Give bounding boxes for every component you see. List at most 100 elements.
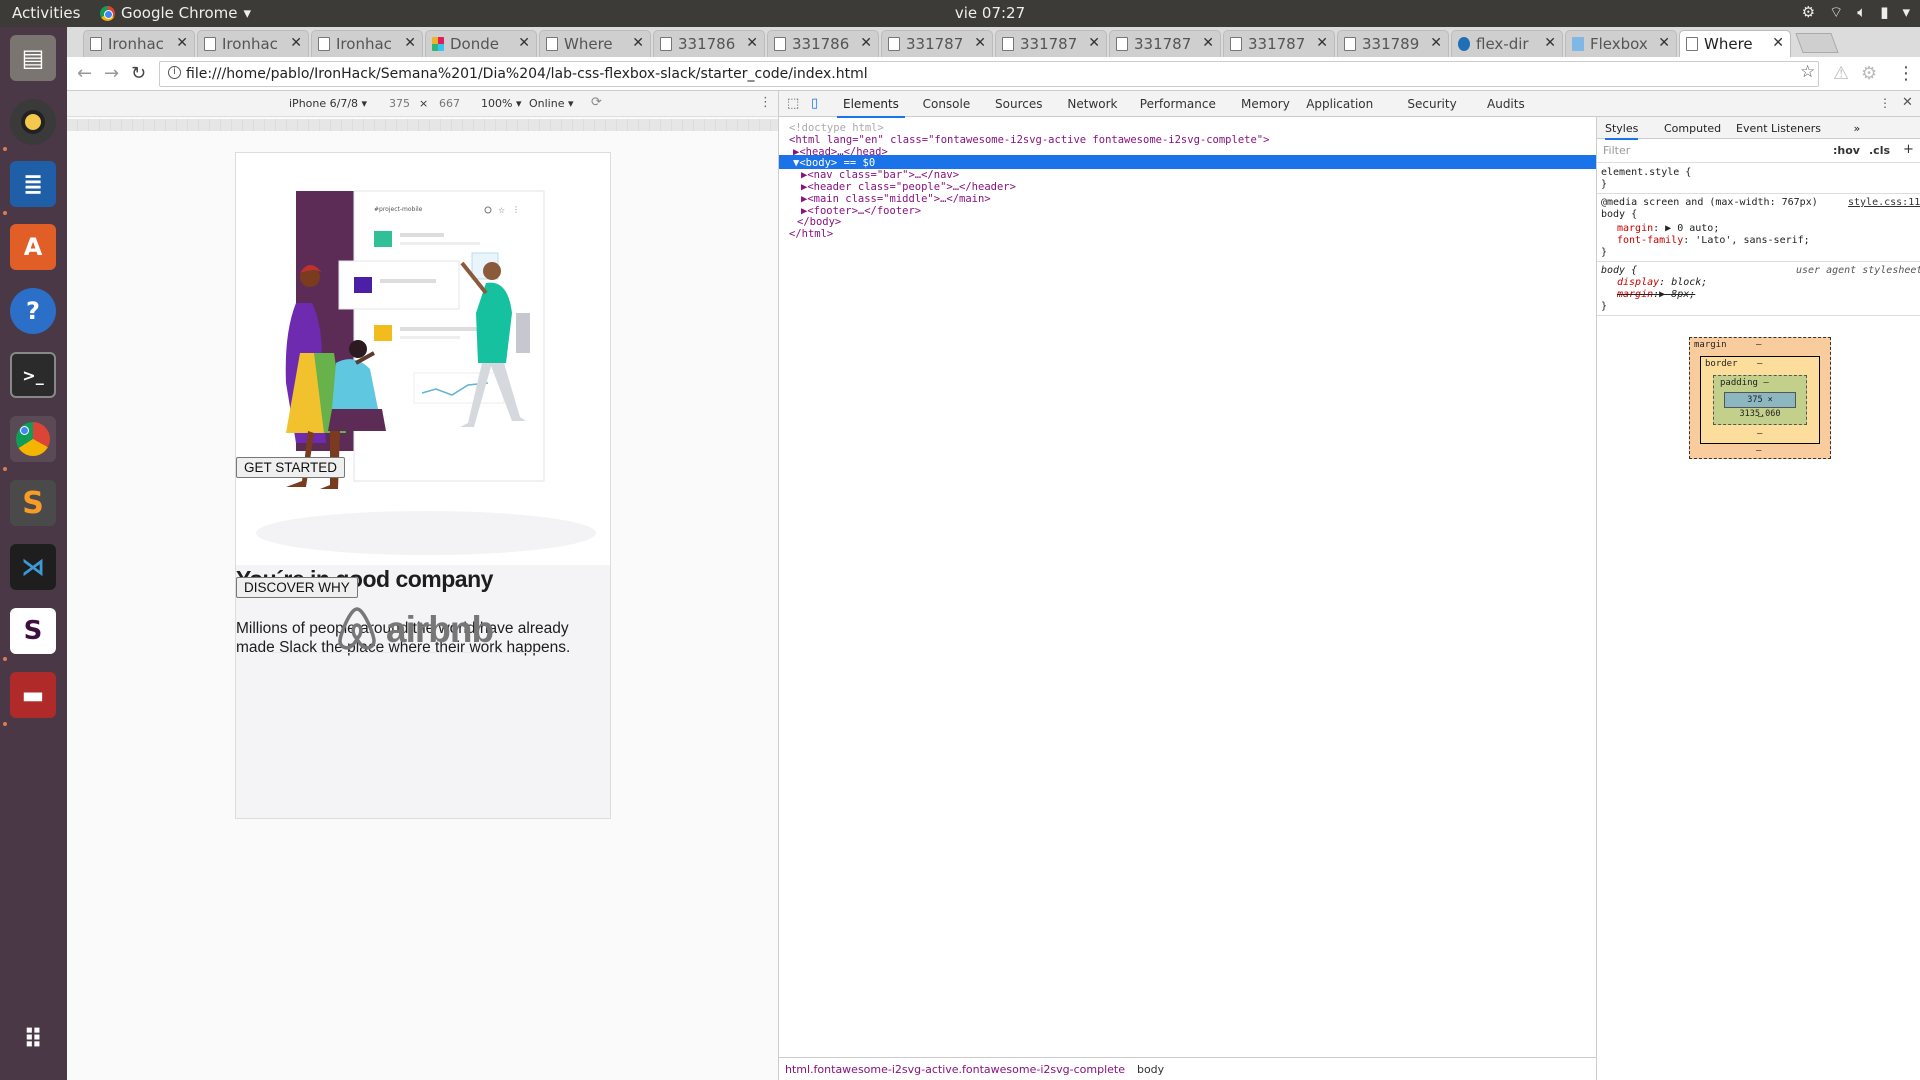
rotate-icon[interactable]: ⟳: [591, 95, 602, 110]
style-source-link[interactable]: style.css:11: [1848, 197, 1920, 209]
devtools-tab-application[interactable]: Application: [1306, 97, 1373, 111]
close-tab-icon[interactable]: ✕: [518, 35, 530, 51]
close-tab-icon[interactable]: ✕: [632, 35, 644, 51]
browser-tab[interactable]: 331787 ✕: [1109, 30, 1221, 57]
url-field[interactable]: i file:///home/pablo/IronHack/Semana%201/…: [159, 61, 1819, 87]
rhythmbox-icon[interactable]: [10, 99, 56, 145]
styles-tab-2[interactable]: Event Listeners: [1736, 122, 1821, 135]
devtools-tab-performance[interactable]: Performance: [1140, 97, 1216, 111]
browser-tab[interactable]: 331786 ✕: [653, 30, 765, 57]
system-tray[interactable]: ⚙ ⌔ 🔈︎ ▮ ▾: [1802, 3, 1910, 22]
back-icon[interactable]: ←: [77, 63, 92, 84]
close-tab-icon[interactable]: ✕: [176, 35, 188, 51]
browser-tab[interactable]: Ironhac ✕: [83, 30, 195, 57]
close-tab-icon[interactable]: ✕: [1772, 35, 1784, 51]
devtools-tab-audits[interactable]: Audits: [1487, 97, 1525, 111]
cls-toggle[interactable]: .cls: [1869, 144, 1890, 157]
new-tab-button[interactable]: [1795, 33, 1839, 53]
devtools-tab-sources[interactable]: Sources: [995, 97, 1042, 111]
browser-tab[interactable]: 331787 ✕: [881, 30, 993, 57]
browser-tab[interactable]: Where ✕: [539, 30, 651, 57]
vscode-icon[interactable]: ⋊: [10, 544, 56, 590]
devtools-tab-network[interactable]: Network: [1067, 97, 1117, 111]
box-model-border[interactable]: border – padding – 375 × 3135.060 – –: [1700, 356, 1820, 444]
show-apps-icon[interactable]: ⠿: [10, 1017, 56, 1063]
close-tab-icon[interactable]: ✕: [290, 35, 302, 51]
discover-why-button[interactable]: DISCOVER WHY: [236, 577, 358, 598]
app-menu[interactable]: Google Chrome ▾: [100, 4, 251, 22]
inspect-icon[interactable]: ⬚: [787, 96, 799, 111]
screen-recorder-icon[interactable]: ▬: [10, 672, 56, 718]
browser-tab[interactable]: Flexbox ✕: [1565, 30, 1677, 57]
browser-tab[interactable]: 331787 ✕: [1223, 30, 1335, 57]
filter-input[interactable]: Filter: [1603, 144, 1630, 157]
close-tab-icon[interactable]: ✕: [746, 35, 758, 51]
settings-icon[interactable]: ⚙: [1802, 3, 1815, 22]
info-icon[interactable]: i: [168, 66, 181, 79]
devtools-tab-console[interactable]: Console: [923, 97, 971, 111]
font-family-declaration[interactable]: font-family: 'Lato', sans-serif;: [1617, 235, 1810, 247]
menu-icon[interactable]: ⋮: [1897, 63, 1915, 84]
chrome-launcher-icon[interactable]: [10, 416, 56, 462]
devtools-menu-icon[interactable]: ⋮: [1879, 96, 1891, 110]
bookmark-star-icon[interactable]: ☆: [1800, 62, 1815, 82]
terminal-icon[interactable]: >_: [10, 352, 56, 398]
clock[interactable]: vie 07:27: [930, 4, 1050, 22]
styles-tab-3[interactable]: »: [1854, 122, 1861, 135]
box-model-content[interactable]: 375 × 3135.060: [1724, 392, 1796, 419]
writer-icon[interactable]: ≣: [10, 161, 56, 207]
height-field[interactable]: 667: [439, 97, 460, 110]
reload-icon[interactable]: ↻: [131, 63, 146, 84]
slack-icon[interactable]: S: [10, 608, 56, 654]
body-rule-selector[interactable]: body {: [1601, 209, 1637, 221]
breadcrumb-html[interactable]: html.fontawesome-i2svg-active.fontawesom…: [785, 1063, 1125, 1076]
new-rule-button[interactable]: +: [1903, 142, 1914, 157]
close-tab-icon[interactable]: ✕: [860, 35, 872, 51]
devtools-tab-memory[interactable]: Memory: [1241, 97, 1290, 111]
browser-tab[interactable]: 331786 ✕: [767, 30, 879, 57]
activities-button[interactable]: Activities: [12, 4, 80, 22]
width-field[interactable]: 375: [389, 97, 410, 110]
box-model-margin[interactable]: margin – border – padding – 375 × 3135.0…: [1689, 337, 1831, 459]
close-tab-icon[interactable]: ✕: [404, 35, 416, 51]
power-icon[interactable]: ▾: [1902, 3, 1910, 22]
styles-tab-0[interactable]: Styles: [1605, 122, 1639, 140]
browser-tab[interactable]: Donde ✕: [425, 30, 537, 57]
wifi-icon[interactable]: ⌔: [1829, 3, 1843, 22]
software-center-icon[interactable]: A: [10, 224, 56, 270]
close-tab-icon[interactable]: ✕: [974, 35, 986, 51]
browser-tab[interactable]: Ironhac ✕: [197, 30, 309, 57]
browser-tab[interactable]: flex-dir ✕: [1451, 30, 1563, 57]
device-select[interactable]: iPhone 6/7/8 ▾: [289, 97, 367, 110]
help-icon[interactable]: ?: [10, 288, 56, 334]
close-tab-icon[interactable]: ✕: [1316, 35, 1328, 51]
styles-tab-1[interactable]: Computed: [1664, 122, 1721, 135]
close-tab-icon[interactable]: ✕: [1088, 35, 1100, 51]
extension-icon[interactable]: ⚠: [1833, 63, 1849, 84]
browser-tab[interactable]: 331787 ✕: [995, 30, 1107, 57]
close-tab-icon[interactable]: ✕: [1430, 35, 1442, 51]
device-toggle-icon[interactable]: ▯: [811, 96, 818, 111]
sublime-icon[interactable]: S: [10, 480, 56, 526]
close-devtools-icon[interactable]: ✕: [1902, 95, 1913, 110]
browser-tab[interactable]: Where ✕: [1679, 30, 1791, 57]
close-tab-icon[interactable]: ✕: [1202, 35, 1214, 51]
browser-tab[interactable]: Ironhac ✕: [311, 30, 423, 57]
close-tab-icon[interactable]: ✕: [1658, 35, 1670, 51]
extension-icon-2[interactable]: ⚙: [1861, 63, 1877, 84]
close-tab-icon[interactable]: ✕: [1544, 35, 1556, 51]
browser-tab[interactable]: 331789 ✕: [1337, 30, 1449, 57]
element-style-rule[interactable]: element.style {: [1601, 167, 1691, 179]
zoom-select[interactable]: 100% ▾: [481, 97, 521, 110]
files-icon[interactable]: ▤: [10, 35, 56, 81]
more-options-icon[interactable]: ⋮: [759, 95, 772, 110]
breadcrumb-body[interactable]: body: [1137, 1063, 1164, 1076]
devtools-tab-elements[interactable]: Elements: [837, 97, 905, 118]
battery-icon[interactable]: ▮: [1880, 3, 1888, 22]
volume-icon[interactable]: 🔈︎: [1857, 3, 1866, 22]
margin-declaration[interactable]: margin: ▶ 0 auto;: [1617, 223, 1719, 235]
hov-toggle[interactable]: :hov: [1833, 144, 1860, 157]
dom-node[interactable]: </html>: [789, 227, 833, 241]
network-select[interactable]: Online ▾: [529, 97, 574, 110]
box-model-padding[interactable]: padding – 375 × 3135.060 –: [1713, 375, 1807, 425]
